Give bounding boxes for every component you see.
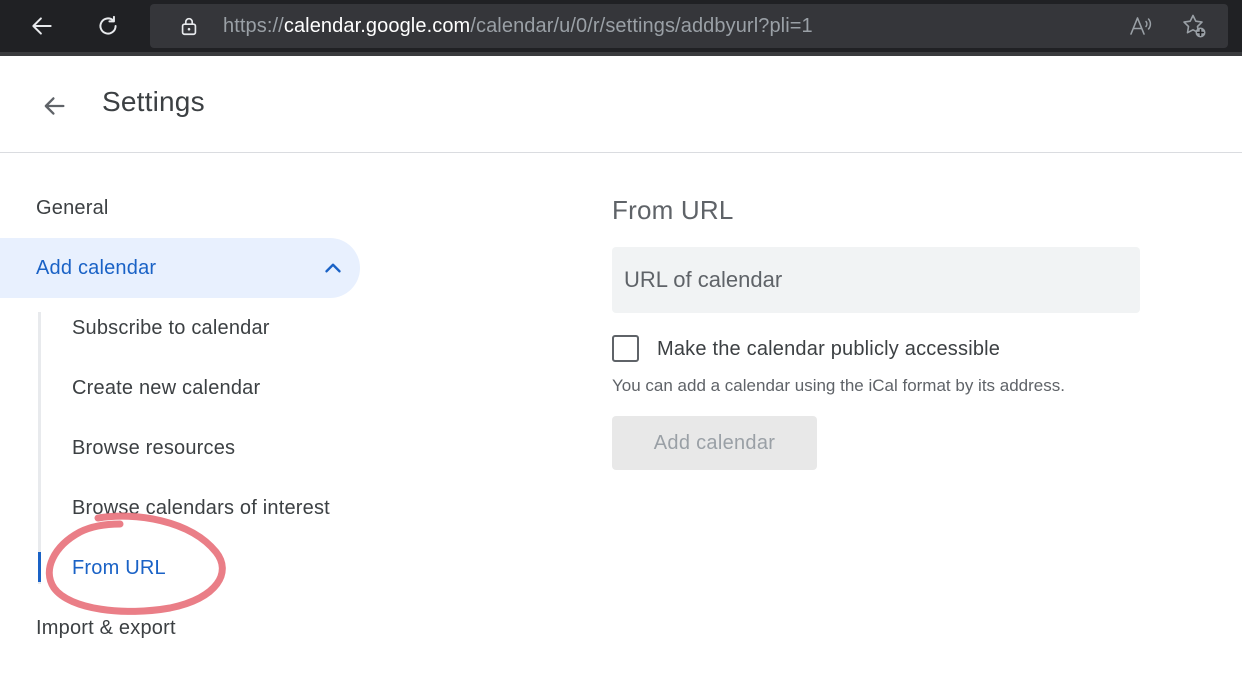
back-icon bbox=[32, 17, 52, 35]
submenu-rail bbox=[38, 312, 41, 584]
sidebar-item-import-export[interactable]: Import & export bbox=[36, 617, 176, 640]
chevron-up-icon[interactable] bbox=[320, 255, 346, 281]
reload-icon bbox=[99, 15, 117, 35]
sidebar-item-add-calendar[interactable]: Add calendar bbox=[0, 238, 360, 298]
browser-toolbar: https://calendar.google.com/calendar/u/0… bbox=[0, 0, 1242, 52]
lock-icon[interactable] bbox=[178, 15, 200, 37]
url-text[interactable]: https://calendar.google.com/calendar/u/0… bbox=[223, 4, 813, 48]
sidebar-item-from-url[interactable]: From URL bbox=[72, 557, 166, 580]
browser-reload-button[interactable] bbox=[90, 8, 126, 44]
arrow-left-icon bbox=[44, 97, 65, 115]
submenu-active-indicator bbox=[38, 552, 41, 582]
sidebar-item-general[interactable]: General bbox=[36, 197, 109, 220]
sidebar-item-subscribe-to-calendar[interactable]: Subscribe to calendar bbox=[72, 317, 270, 340]
url-host: calendar.google.com bbox=[283, 15, 471, 37]
browser-back-button[interactable] bbox=[24, 8, 60, 44]
helper-text: You can add a calendar using the iCal fo… bbox=[612, 376, 1065, 395]
address-bar[interactable]: https://calendar.google.com/calendar/u/0… bbox=[150, 4, 1228, 48]
url-path: /calendar/u/0/r/settings/addbyurl?pli=1 bbox=[470, 15, 813, 37]
favorites-add-icon[interactable] bbox=[1180, 12, 1208, 40]
sidebar-item-label: Add calendar bbox=[36, 257, 157, 279]
settings-header: Settings bbox=[0, 56, 1242, 153]
sidebar-item-browse-resources[interactable]: Browse resources bbox=[72, 437, 235, 460]
sidebar-item-browse-calendars-of-interest[interactable]: Browse calendars of interest bbox=[72, 497, 330, 520]
url-scheme: https:// bbox=[223, 15, 284, 37]
page-title: Settings bbox=[102, 86, 205, 117]
read-aloud-icon[interactable] bbox=[1128, 13, 1154, 39]
section-title: From URL bbox=[612, 195, 734, 225]
public-access-checkbox[interactable] bbox=[612, 335, 639, 362]
public-access-label[interactable]: Make the calendar publicly accessible bbox=[657, 338, 1000, 361]
sidebar-item-create-new-calendar[interactable]: Create new calendar bbox=[72, 377, 260, 400]
calendar-url-input[interactable] bbox=[612, 247, 1140, 313]
settings-back-button[interactable] bbox=[32, 86, 76, 126]
add-calendar-button[interactable]: Add calendar bbox=[612, 416, 817, 470]
